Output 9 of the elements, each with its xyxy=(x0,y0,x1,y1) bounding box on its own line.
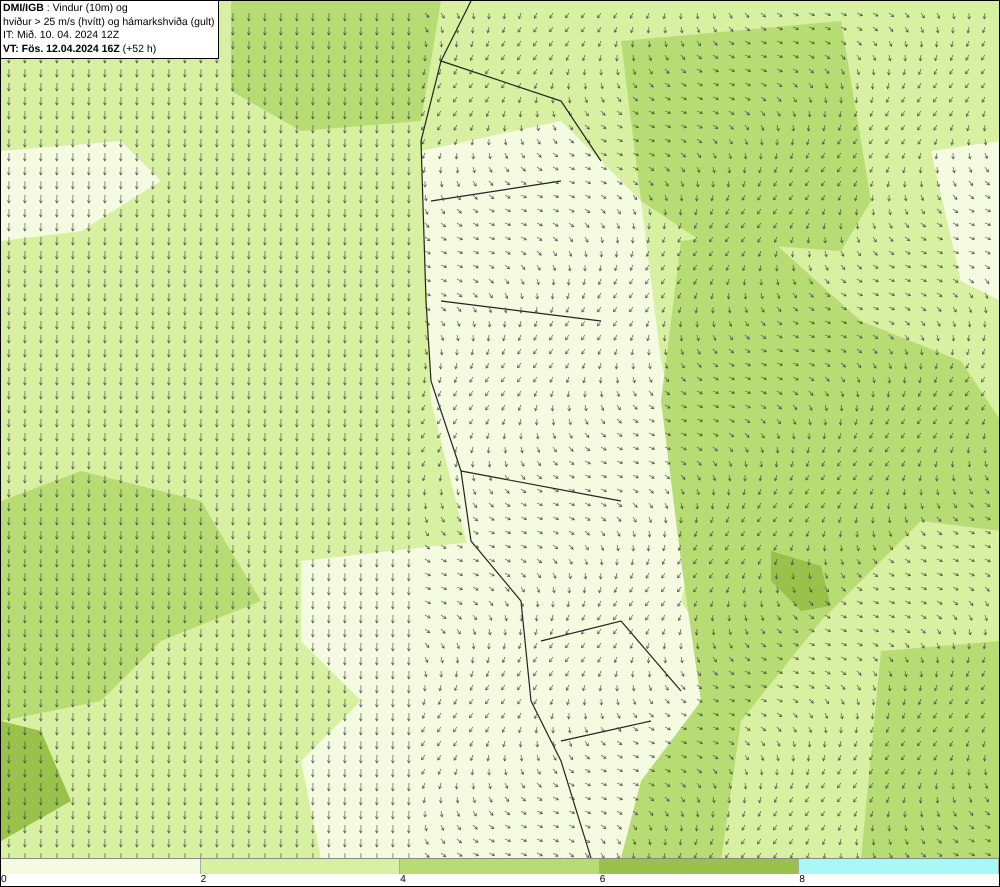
legend-text: DMI/IGB : Vindur (10m) og xyxy=(3,2,129,16)
scale-label: 6 xyxy=(600,874,606,885)
scale-label: 2 xyxy=(200,874,206,885)
legend-text: VT: Fös. 12.04.2024 16Z (+52 h) xyxy=(3,42,158,56)
scale-label: 8 xyxy=(799,874,805,885)
scale-label: 0 xyxy=(1,874,7,885)
scale-label: 4 xyxy=(400,874,406,885)
legend-text: hviður > 25 m/s (hvítt) og hámarkshviða (gult) xyxy=(3,16,215,29)
legend-text: IT: Mið. 10. 04. 2024 12Z xyxy=(3,29,120,42)
